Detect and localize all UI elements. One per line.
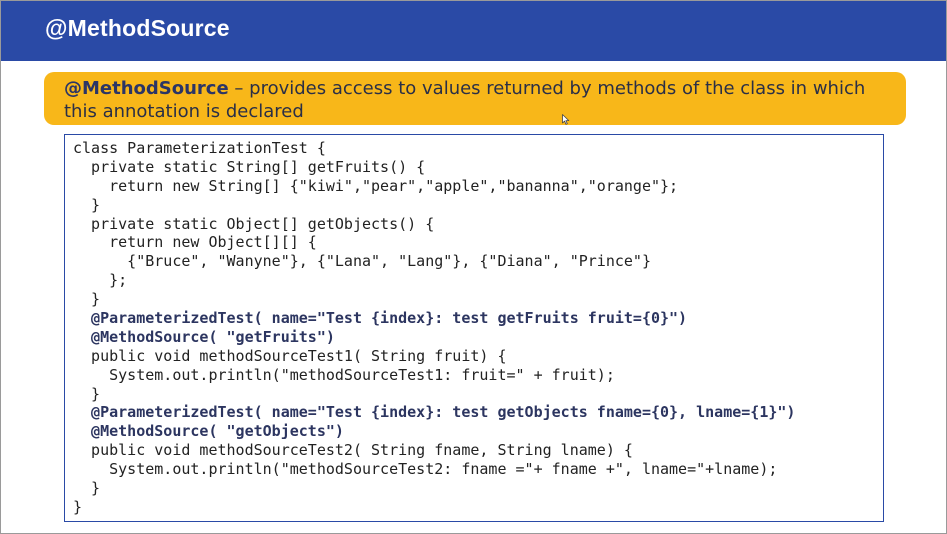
code-line: {"Bruce", "Wanyne"}, {"Lana", "Lang"}, {…: [73, 252, 651, 271]
code-line-annotation: @MethodSource( "getObjects"): [73, 422, 344, 441]
code-line: public void methodSourceTest2( String fn…: [73, 441, 633, 460]
code-line: private static Object[] getObjects() {: [73, 214, 435, 233]
slide-title: @MethodSource: [45, 15, 230, 41]
code-block: class ParameterizationTest { private sta…: [64, 134, 884, 522]
code-line: System.out.println("methodSourceTest2: f…: [73, 460, 778, 479]
code-line: }: [73, 497, 83, 516]
code-line-annotation: @MethodSource( "getFruits"): [73, 327, 335, 346]
code-listing: class ParameterizationTest { private sta…: [73, 139, 795, 517]
code-line: }: [73, 384, 101, 403]
slide: @MethodSource @MethodSource – provides a…: [0, 0, 947, 534]
code-line: private static String[] getFruits() {: [73, 157, 426, 176]
callout-term: @MethodSource: [64, 78, 229, 99]
code-line: System.out.println("methodSourceTest1: f…: [73, 365, 615, 384]
code-line: };: [73, 271, 128, 290]
code-line: }: [73, 290, 101, 309]
code-line: public void methodSourceTest1( String fr…: [73, 346, 507, 365]
code-line: return new String[] {"kiwi","pear","appl…: [73, 176, 679, 195]
code-line: return new Object[][] {: [73, 233, 317, 252]
code-line-annotation: @ParameterizedTest( name="Test {index}: …: [73, 403, 796, 422]
code-line: }: [73, 479, 101, 498]
definition-callout: @MethodSource – provides access to value…: [44, 72, 906, 125]
code-line: }: [73, 195, 101, 214]
mouse-pointer-icon: [562, 114, 570, 125]
callout-text: @MethodSource – provides access to value…: [64, 77, 899, 123]
slide-header: @MethodSource: [1, 1, 946, 61]
code-line-annotation: @ParameterizedTest( name="Test {index}: …: [73, 309, 688, 328]
code-line: class ParameterizationTest {: [73, 139, 326, 157]
